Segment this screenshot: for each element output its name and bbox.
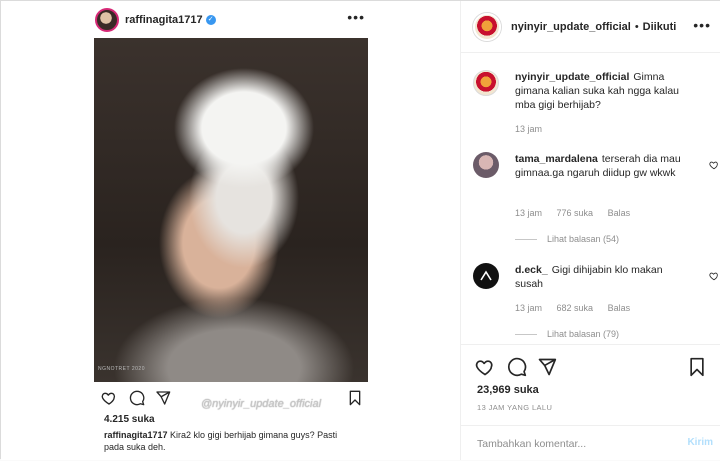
view-replies-label: Lihat balasan (79)	[547, 329, 620, 339]
embedded-likes-count: 4.215 suka	[104, 414, 155, 425]
replies-divider	[515, 238, 537, 240]
post-photo[interactable]: NGNOTRET 2020	[94, 38, 368, 382]
caption-username[interactable]: nyinyir_update_official	[515, 71, 629, 83]
caption-avatar[interactable]	[473, 70, 499, 96]
embedded-heart-icon	[101, 392, 116, 405]
post-header: nyinyir_update_official • Diikuti •••	[461, 1, 720, 53]
comment-body: tama_mardalena terserah dia mau gimnaa.ga…	[515, 152, 691, 180]
follow-status-button[interactable]: Diikuti	[643, 21, 677, 33]
caption-body: nyinyir_update_official Gimna gimana kali…	[515, 70, 691, 112]
comment-time[interactable]: 13 jam	[515, 303, 542, 313]
comment-meta: 13 jam 682 suka Balas	[515, 303, 642, 313]
deck-logo-icon	[480, 270, 492, 281]
comment-body: d.eck_ Gigi dihijabin klo makan susah	[515, 263, 691, 291]
bookmark-icon[interactable]	[687, 357, 707, 377]
reply-button[interactable]: Balas	[608, 208, 631, 218]
header-separator: •	[634, 20, 639, 33]
action-bar	[475, 357, 707, 379]
comment-like-heart-icon[interactable]	[709, 271, 719, 281]
embedded-post-header: raffinagita1717 ✓ •••	[95, 7, 365, 33]
reply-button[interactable]: Balas	[608, 303, 631, 313]
author-avatar[interactable]	[473, 12, 501, 41]
post-timestamp[interactable]: 13 JAM YANG LALU	[477, 403, 552, 412]
embedded-comment-icon	[129, 390, 145, 406]
embedded-caption: raffinagita1717 Kira2 klo gigi berhijab …	[104, 429, 344, 453]
comments-list: nyinyir_update_official Gimna gimana kali…	[461, 54, 720, 344]
comment-input[interactable]	[477, 436, 667, 452]
instagram-post-window: raffinagita1717 ✓ ••• NGNOTRET 2020 @nyi…	[0, 0, 720, 460]
view-replies-button[interactable]: Lihat balasan (79)	[515, 329, 619, 339]
photo-portrait-image	[94, 38, 368, 382]
post-footer: 23,969 suka 13 JAM YANG LALU Kirim	[461, 344, 720, 460]
caption-comment: nyinyir_update_official Gimna gimana kali…	[473, 70, 713, 140]
post-media-panel: raffinagita1717 ✓ ••• NGNOTRET 2020 @nyi…	[1, 1, 461, 460]
comment-likes[interactable]: 682 suka	[557, 303, 594, 313]
view-replies-button[interactable]: Lihat balasan (54)	[515, 234, 619, 244]
comment-like-heart-icon[interactable]	[709, 160, 719, 170]
comment-username[interactable]: d.eck_	[515, 264, 548, 276]
likes-count[interactable]: 23,969 suka	[477, 384, 539, 396]
replies-divider	[515, 333, 537, 335]
more-options-icon[interactable]: •••	[693, 17, 711, 33]
caption-meta: 13 jam	[515, 124, 554, 134]
embedded-caption-username: raffinagita1717	[104, 430, 168, 440]
embedded-more-icon: •••	[347, 9, 365, 25]
heart-icon[interactable]	[475, 357, 495, 377]
comment-item: d.eck_ Gigi dihijabin klo makan susah 13 …	[473, 263, 718, 349]
comment-item: tama_mardalena terserah dia mau gimnaa.ga…	[473, 152, 718, 248]
post-comment-button[interactable]: Kirim	[687, 437, 713, 448]
view-replies-label: Lihat balasan (54)	[547, 234, 620, 244]
comment-username[interactable]: tama_mardalena	[515, 153, 598, 165]
caption-time[interactable]: 13 jam	[515, 124, 542, 134]
embedded-avatar	[95, 8, 119, 32]
comment-time[interactable]: 13 jam	[515, 208, 542, 218]
embedded-share-icon	[156, 391, 171, 405]
comment-icon[interactable]	[507, 357, 527, 377]
commenter-avatar[interactable]	[473, 263, 499, 289]
embedded-username: raffinagita1717	[125, 14, 203, 26]
comment-composer: Kirim	[461, 425, 720, 461]
verified-badge-icon: ✓	[205, 15, 216, 25]
watermark-text: @nyinyir_update_official	[201, 398, 322, 410]
author-username[interactable]: nyinyir_update_official	[511, 21, 631, 33]
share-icon[interactable]	[537, 357, 557, 377]
embedded-bookmark-icon	[349, 390, 361, 406]
comment-likes[interactable]: 776 suka	[557, 208, 594, 218]
photo-credit: NGNOTRET 2020	[98, 366, 145, 372]
comments-panel: nyinyir_update_official • Diikuti ••• ny…	[461, 1, 720, 460]
commenter-avatar[interactable]	[473, 152, 499, 178]
comment-meta: 13 jam 776 suka Balas	[515, 208, 642, 218]
